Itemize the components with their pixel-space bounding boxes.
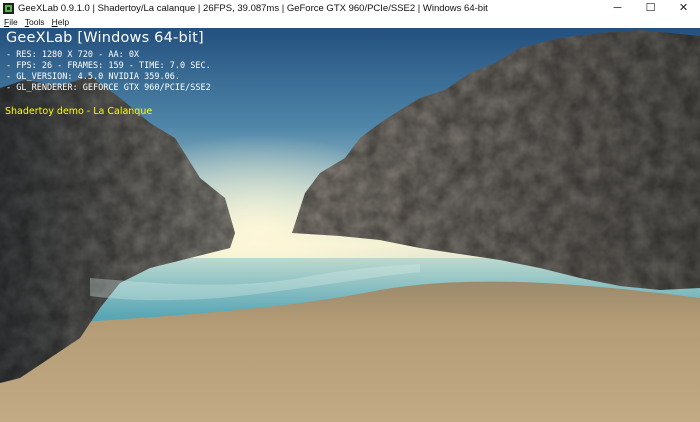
close-button[interactable]: ✕: [667, 0, 700, 17]
minimize-button[interactable]: ─: [601, 0, 634, 17]
geexlab-icon: [3, 3, 14, 14]
hud-fps: - FPS: 26 - FRAMES: 159 - TIME: 7.0 SEC.: [6, 61, 211, 71]
menu-help[interactable]: Help: [52, 17, 69, 28]
menu-bar: File Tools Help: [0, 17, 700, 28]
hud-resolution: - RES: 1280 X 720 - AA: 0X: [6, 50, 140, 60]
maximize-button[interactable]: ☐: [634, 0, 667, 17]
menu-file[interactable]: File: [4, 17, 18, 28]
hud-gl-version: - GL_VERSION: 4.5.0 NVIDIA 359.06.: [6, 72, 180, 82]
window-title: GeeXLab 0.9.1.0 | Shadertoy/La calanque …: [18, 3, 488, 14]
title-bar[interactable]: GeeXLab 0.9.1.0 | Shadertoy/La calanque …: [0, 0, 700, 17]
hud-demo-name: Shadertoy demo - La Calanque: [5, 106, 153, 117]
close-icon: ✕: [678, 2, 689, 14]
menu-tools[interactable]: Tools: [25, 17, 45, 28]
minimize-icon: ─: [613, 2, 622, 14]
render-viewport[interactable]: GeeXLab [Windows 64-bit] - RES: 1280 X 7…: [0, 28, 700, 422]
maximize-icon: ☐: [645, 2, 656, 14]
hud-title: GeeXLab [Windows 64-bit]: [6, 30, 204, 46]
hud-gl-renderer: - GL_RENDERER: GEFORCE GTX 960/PCIE/SSE2: [6, 83, 211, 93]
